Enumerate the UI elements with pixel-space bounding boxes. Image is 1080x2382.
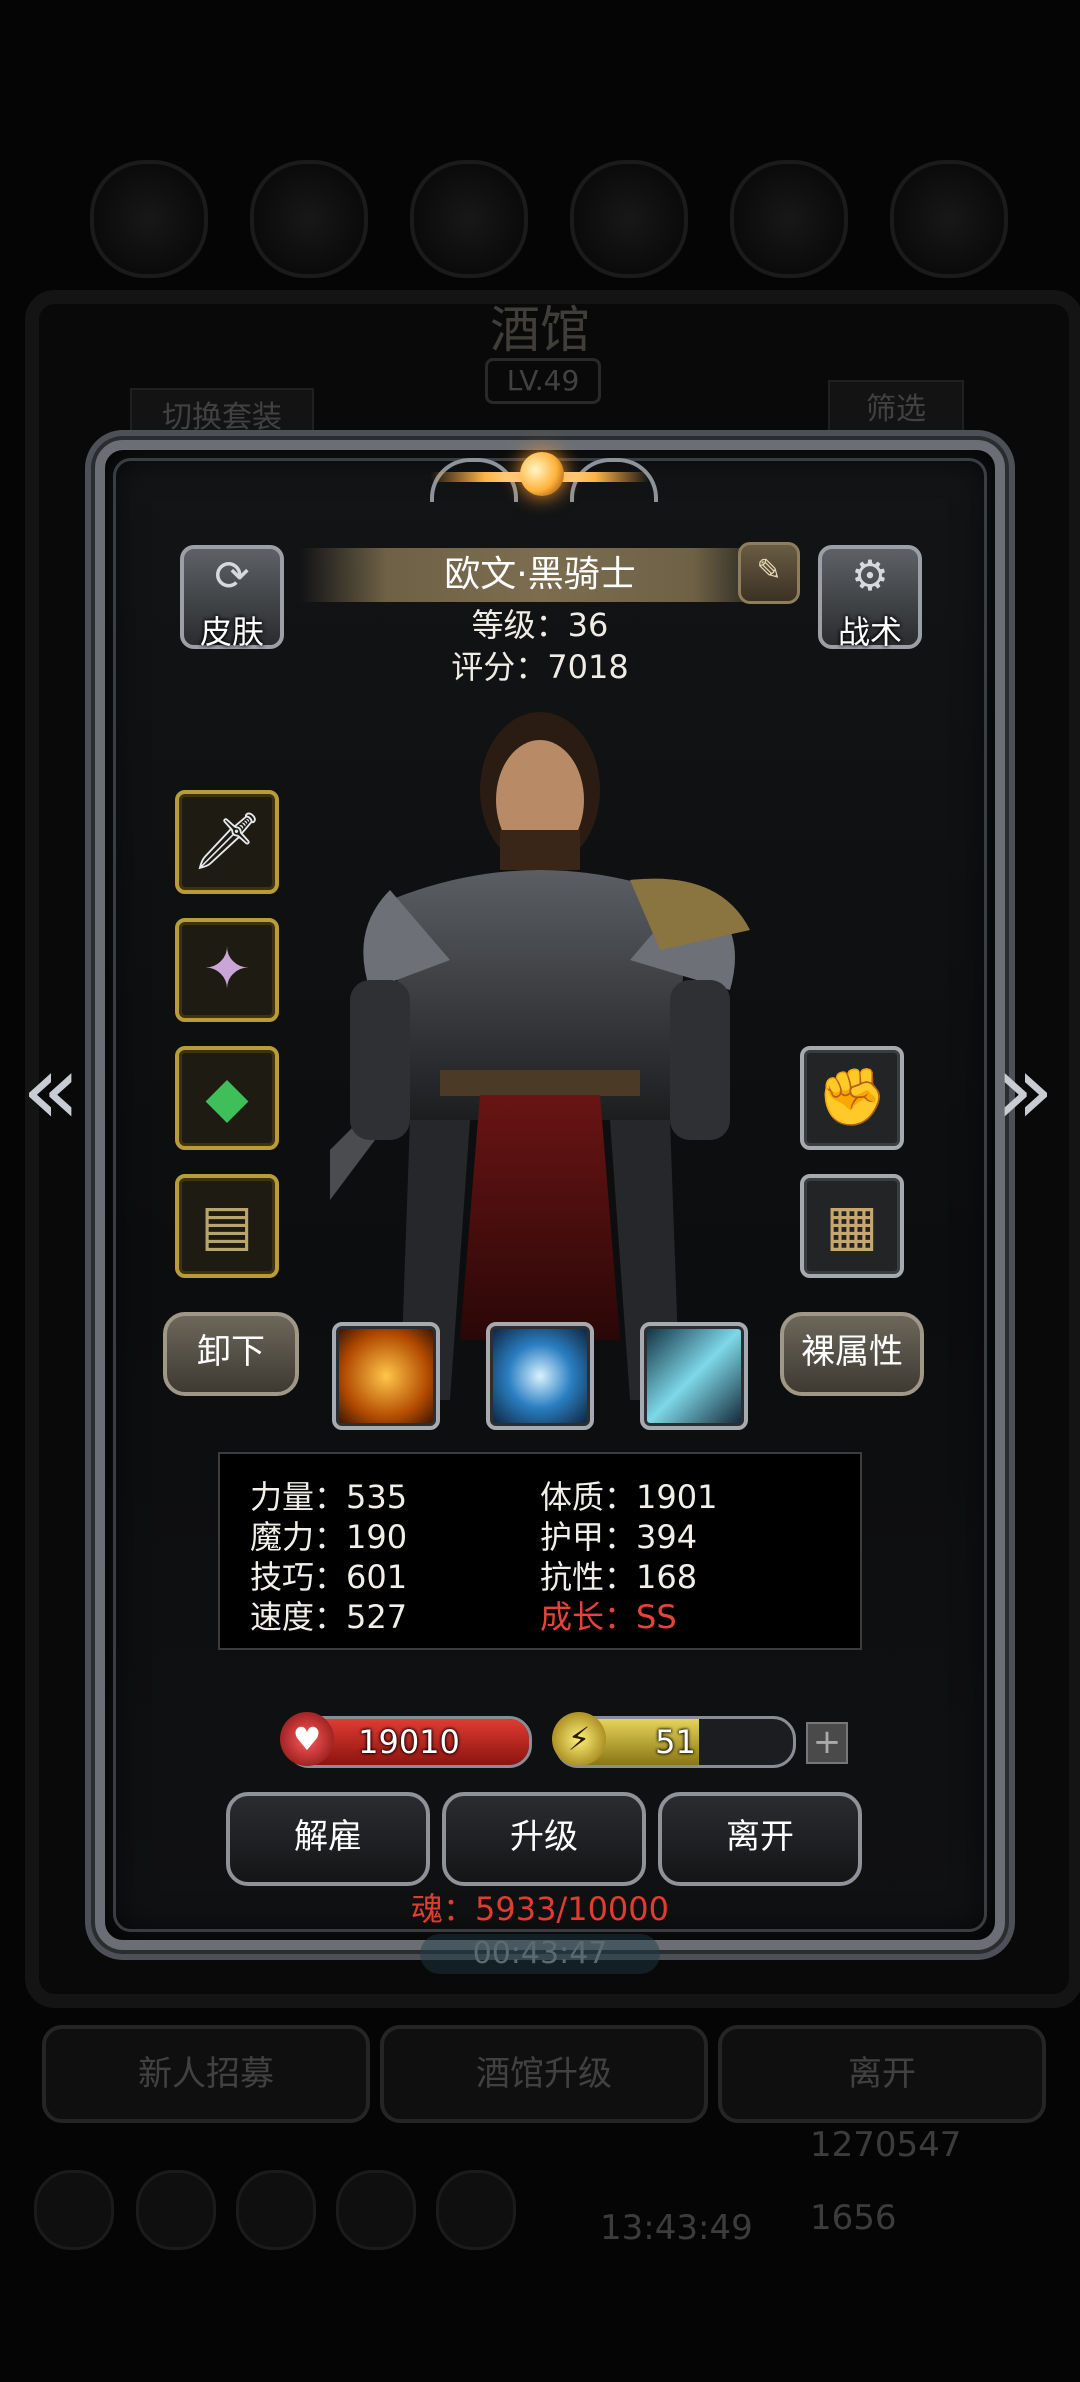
chevron-right-icon[interactable]: » [990, 1040, 1060, 1140]
top-menu-icon [410, 160, 528, 278]
bottom-nav-icon [336, 2170, 416, 2250]
gem-amount: 1656 [810, 2198, 897, 2238]
unequip-button[interactable]: 卸下 [163, 1312, 299, 1396]
gold-amount: 1270547 [810, 2125, 962, 2165]
tactics-label: 战术 [837, 613, 902, 651]
eye-skill-icon[interactable] [486, 1322, 594, 1430]
offhand-slot[interactable]: ✊ [800, 1046, 904, 1150]
tavern-leave-button: 离开 [718, 2025, 1046, 2123]
skin-label: 皮肤 [199, 613, 264, 651]
top-menu-icon [90, 160, 208, 278]
gauntlet-icon: ✊ [817, 1065, 887, 1130]
top-menu-icon [570, 160, 688, 278]
bare-stats-button[interactable]: 裸属性 [780, 1312, 924, 1396]
new-recruit-button: 新人招募 [42, 2025, 370, 2123]
skin-button[interactable]: ⟳ 皮肤 [180, 545, 284, 651]
stat-speed: 速度：527 [250, 1598, 408, 1636]
bottom-nav-icon [136, 2170, 216, 2250]
bottom-nav-icon [436, 2170, 516, 2250]
tactics-button[interactable]: ⚙ 战术 [818, 545, 922, 651]
heart-icon: ♥ [280, 1712, 334, 1766]
tavern-title: 酒馆 [490, 301, 590, 359]
gear-icon: ⚙ [851, 551, 889, 600]
leave-button[interactable]: 离开 [658, 1792, 862, 1886]
slash-skill-icon[interactable] [640, 1322, 748, 1430]
hero-score: 评分：7018 [451, 648, 629, 686]
parchment-icon: ▤ [200, 1193, 254, 1258]
bottom-nav-icon [236, 2170, 316, 2250]
lightning-icon: ⚡ [552, 1712, 606, 1766]
bottom-nav-icon [34, 2170, 114, 2250]
add-energy-button[interactable]: + [806, 1722, 848, 1764]
map-slot[interactable]: ▦ [800, 1174, 904, 1278]
top-menu-icon [730, 160, 848, 278]
shirt-refresh-icon: ⟳ [214, 551, 250, 600]
switch-outfit-button: 切换套装 [130, 388, 314, 448]
sword-icon: 🗡 [191, 809, 263, 874]
clock-text: 13:43:49 [600, 2208, 753, 2248]
map-icon: ▦ [825, 1193, 879, 1258]
chest-armor-icon: ✦ [203, 937, 251, 1002]
soul-progress: 魂：5933/10000 [410, 1890, 670, 1928]
armor-slot[interactable]: ✦ [175, 918, 279, 1022]
filter-button: 筛选 [828, 380, 964, 440]
hero-level: 等级：36 [471, 606, 609, 644]
chevron-left-icon[interactable]: « [16, 1040, 86, 1140]
weapon-slot[interactable]: 🗡 [175, 790, 279, 894]
gem-icon: ◆ [205, 1065, 249, 1130]
dismiss-button[interactable]: 解雇 [226, 1792, 430, 1886]
shield-skill-icon[interactable] [332, 1322, 440, 1430]
pencil-icon[interactable]: ✎ [738, 542, 800, 604]
tavern-upgrade-button: 酒馆升级 [380, 2025, 708, 2123]
panel-crest [430, 438, 658, 518]
tavern-level: LV.49 [485, 358, 601, 404]
upgrade-button[interactable]: 升级 [442, 1792, 646, 1886]
stats-panel: 力量：535 魔力：190 技巧：601 速度：527 体质：1901 护甲：3… [218, 1452, 862, 1650]
scroll-slot[interactable]: ▤ [175, 1174, 279, 1278]
countdown-timer: 00:43:47 [420, 1934, 660, 1974]
crescent-moon-icon [520, 452, 564, 496]
stat-growth: 成长：SS [540, 1598, 677, 1636]
hero-name: 欧文·黑骑士 [300, 548, 780, 602]
top-menu-icon [890, 160, 1008, 278]
accessory-slot[interactable]: ◆ [175, 1046, 279, 1150]
top-menu-icon [250, 160, 368, 278]
